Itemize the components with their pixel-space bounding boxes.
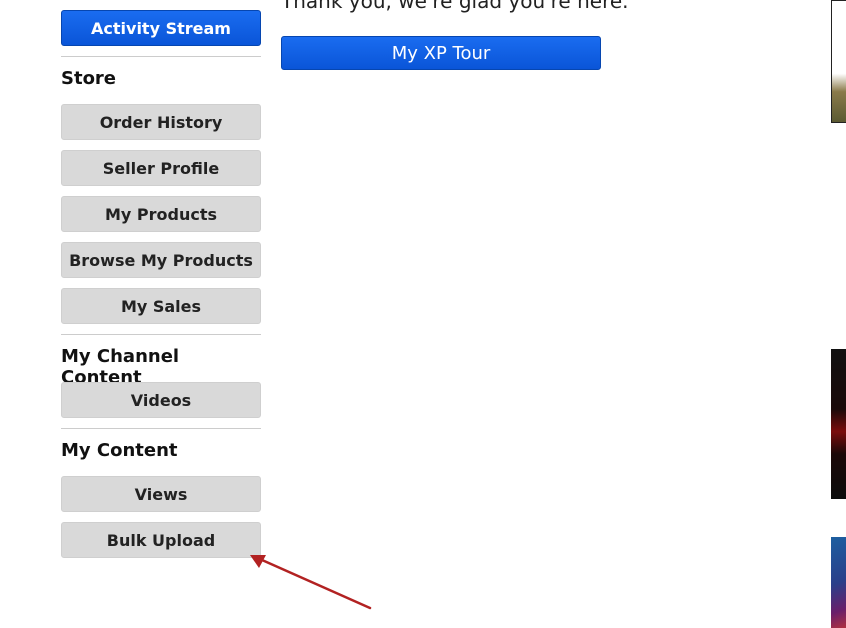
bulk-upload-button[interactable]: Bulk Upload bbox=[61, 522, 261, 558]
advertisement-image[interactable] bbox=[831, 0, 846, 123]
divider bbox=[61, 428, 261, 429]
divider bbox=[61, 334, 261, 335]
advertisement-image[interactable] bbox=[831, 349, 846, 499]
views-button[interactable]: Views bbox=[61, 476, 261, 512]
videos-button[interactable]: Videos bbox=[61, 382, 261, 418]
divider bbox=[61, 56, 261, 57]
my-content-section-title: My Content bbox=[61, 440, 178, 461]
activity-stream-button[interactable]: Activity Stream bbox=[61, 10, 261, 46]
store-section-title: Store bbox=[61, 68, 117, 89]
thank-you-message: Thank you, we're glad you're here. bbox=[281, 0, 629, 13]
order-history-button[interactable]: Order History bbox=[61, 104, 261, 140]
advertisement-image[interactable] bbox=[831, 537, 846, 628]
my-sales-button[interactable]: My Sales bbox=[61, 288, 261, 324]
seller-profile-button[interactable]: Seller Profile bbox=[61, 150, 261, 186]
my-products-button[interactable]: My Products bbox=[61, 196, 261, 232]
browse-my-products-button[interactable]: Browse My Products bbox=[61, 242, 261, 278]
my-xp-tour-button[interactable]: My XP Tour bbox=[281, 36, 601, 70]
